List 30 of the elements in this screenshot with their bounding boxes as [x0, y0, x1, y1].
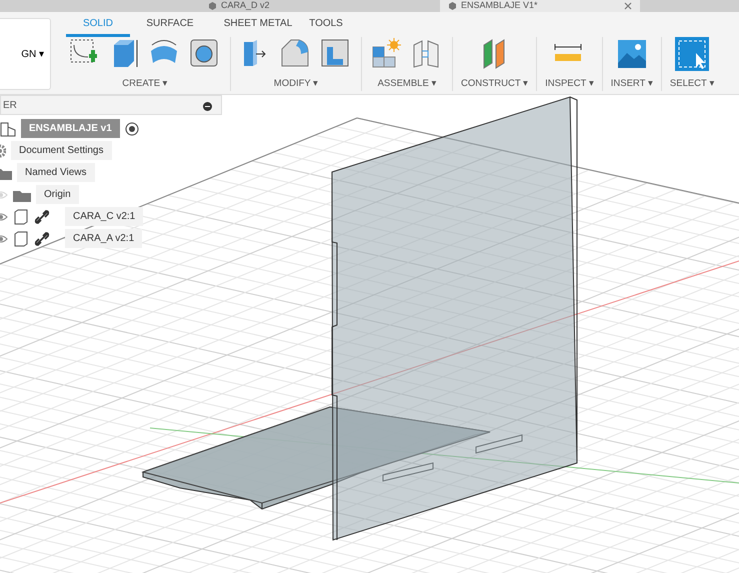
toolbar-tab[interactable]: SHEET METAL: [210, 16, 306, 37]
tree-item[interactable]: Origin: [36, 185, 79, 204]
tool-group-menu[interactable]: SELECT ▾: [670, 77, 714, 92]
close-icon[interactable]: [624, 2, 632, 10]
tree-item[interactable]: Document Settings: [11, 141, 112, 160]
radio-target-icon[interactable]: [124, 122, 139, 136]
link-icon: [34, 208, 50, 224]
document-tab[interactable]: CARA_D v2: [200, 0, 370, 12]
cube-icon: [448, 1, 457, 10]
browser-title: ER: [3, 98, 17, 112]
minimize-icon[interactable]: [203, 102, 212, 111]
document-tab[interactable]: ENSAMBLAJE V1*: [440, 0, 640, 12]
toolbar-tab[interactable]: TOOLS: [306, 16, 346, 37]
assembly-icon: [0, 120, 16, 136]
toolbar-tab[interactable]: SURFACE: [130, 16, 210, 37]
workspace-dropdown[interactable]: GN ▾: [0, 18, 51, 90]
tool-group-menu[interactable]: CREATE ▾: [122, 77, 168, 92]
tool-group-menu[interactable]: ASSEMBLE ▾: [378, 77, 436, 92]
tool-group-menu[interactable]: MODIFY ▾: [274, 77, 318, 92]
tree-item[interactable]: CARA_C v2:1: [65, 207, 144, 226]
select-icon[interactable]: [675, 37, 710, 71]
component-icon: [13, 208, 29, 224]
tool-group-menu[interactable]: INSERT ▾: [610, 77, 653, 92]
tree-item[interactable]: CARA_A v2:1: [65, 229, 142, 248]
tool-group-menu[interactable]: INSPECT ▾: [545, 77, 594, 92]
cube-icon: [208, 1, 217, 10]
component-icon: [13, 230, 29, 246]
link-icon: [34, 230, 50, 246]
tool-group-menu[interactable]: CONSTRUCT ▾: [461, 77, 528, 92]
tree-item[interactable]: Named Views: [17, 163, 95, 182]
